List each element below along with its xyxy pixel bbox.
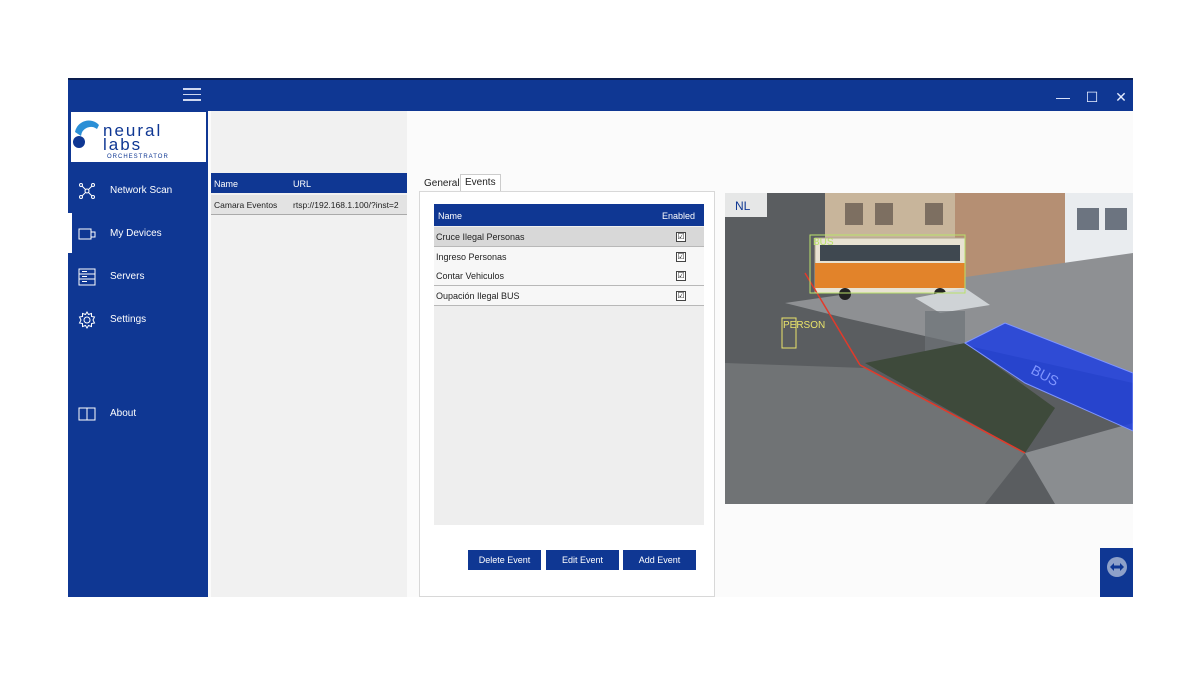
enabled-checkbox[interactable]: ☑ [676, 271, 686, 281]
add-event-button[interactable]: Add Event [623, 550, 696, 570]
devices-icon [78, 225, 96, 243]
close-icon[interactable]: ✕ [1111, 87, 1131, 107]
event-row[interactable]: Ingreso Personas ☑ [434, 247, 704, 267]
nav-label: Settings [110, 314, 147, 325]
device-name: Camara Eventos [214, 200, 278, 210]
enabled-checkbox[interactable]: ☑ [676, 291, 686, 301]
nav-my-devices[interactable]: My Devices [68, 213, 208, 253]
network-icon [78, 182, 96, 200]
minimize-icon[interactable]: — [1053, 87, 1073, 107]
logo-labs: labs [103, 135, 142, 154]
app-window: — ☐ ✕ neural labs ORCHESTRATOR Network S… [68, 78, 1133, 597]
gear-icon [78, 311, 96, 329]
nav-label: My Devices [110, 228, 162, 239]
devices-table-header: Name URL [211, 173, 407, 193]
arrows-icon [1106, 556, 1128, 580]
servers-icon [78, 268, 96, 286]
nav-label: Network Scan [110, 185, 173, 196]
event-name: Contar Vehiculos [436, 271, 505, 281]
event-row[interactable]: Cruce Ilegal Personas ☑ [434, 227, 704, 247]
delete-event-button[interactable]: Delete Event [468, 550, 541, 570]
remote-control-button[interactable] [1100, 548, 1133, 597]
device-row[interactable]: Camara Eventos rtsp://192.168.1.100/?ins… [211, 195, 407, 215]
tab-events[interactable]: Events [460, 174, 501, 191]
event-name: Oupación Ilegal BUS [436, 291, 520, 301]
sidebar: neural labs ORCHESTRATOR Network Scan My… [68, 111, 208, 597]
book-icon [78, 405, 96, 423]
events-table: Name Enabled Cruce Ilegal Personas ☑ Ing… [434, 204, 704, 525]
hamburger-menu-icon[interactable] [183, 88, 201, 104]
column-header-enabled: Enabled [662, 211, 696, 221]
nav-servers[interactable]: Servers [68, 262, 208, 292]
event-row[interactable]: Oupación Ilegal BUS ☑ [434, 286, 704, 306]
event-name: Ingreso Personas [436, 252, 507, 262]
column-header-name: Name [214, 179, 239, 189]
events-panel: Name Enabled Cruce Ilegal Personas ☑ Ing… [419, 191, 715, 597]
neural-labs-logo: neural labs ORCHESTRATOR [71, 112, 206, 162]
title-bar: — ☐ ✕ [68, 78, 1133, 111]
video-watermark: NL [735, 199, 751, 213]
overlay-person: PERSON [783, 320, 825, 331]
nav-network-scan[interactable]: Network Scan [68, 176, 208, 206]
overlay-bus: BUS [813, 237, 834, 248]
logo-orchestrator: ORCHESTRATOR [107, 154, 169, 160]
nav-label: Servers [110, 271, 145, 282]
nav-settings[interactable]: Settings [68, 305, 208, 335]
nav-label: About [110, 408, 137, 419]
edit-event-button[interactable]: Edit Event [546, 550, 619, 570]
column-header-url: URL [293, 179, 312, 189]
event-name: Cruce Ilegal Personas [436, 232, 525, 242]
event-row[interactable]: Contar Vehiculos ☑ [434, 266, 704, 286]
column-header-name: Name [438, 211, 463, 221]
enabled-checkbox[interactable]: ☑ [676, 252, 686, 262]
events-table-header: Name Enabled [434, 204, 704, 226]
nav-about[interactable]: About [68, 399, 208, 429]
enabled-checkbox[interactable]: ☑ [676, 232, 686, 242]
device-url: rtsp://192.168.1.100/?inst=2 [293, 200, 399, 210]
devices-panel: Name URL Camara Eventos rtsp://192.168.1… [211, 111, 407, 597]
tab-general[interactable]: General [420, 176, 464, 192]
camera-preview: BUS BUS PERSON NL [725, 193, 1133, 504]
camera-scene: BUS BUS PERSON NL [725, 193, 1133, 504]
maximize-icon[interactable]: ☐ [1082, 87, 1102, 107]
